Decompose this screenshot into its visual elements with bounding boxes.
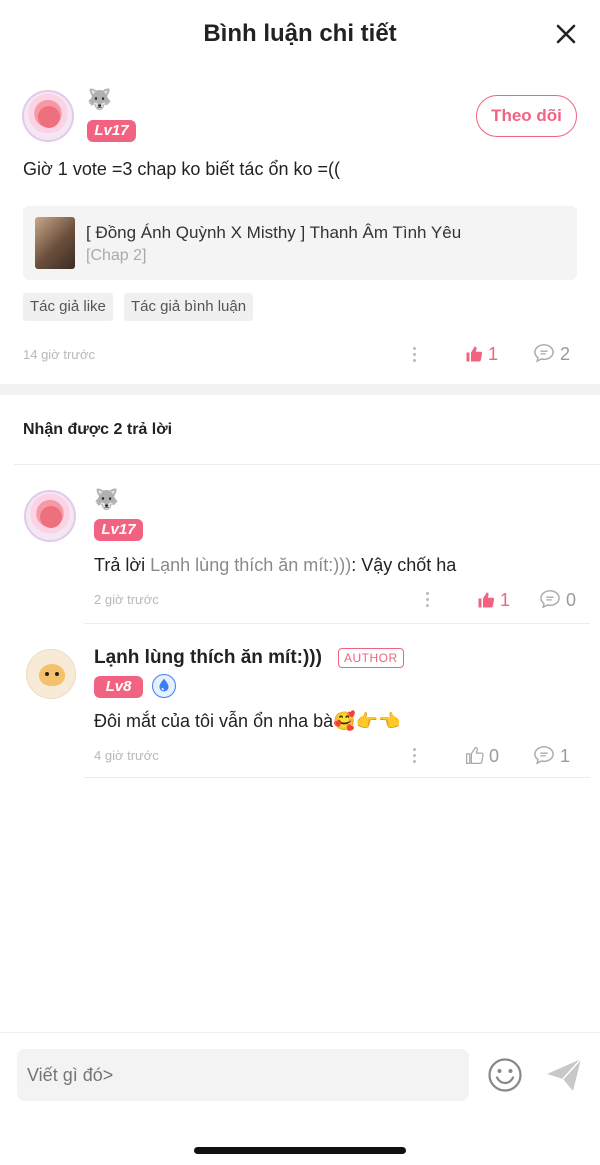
emoji-icon[interactable] bbox=[487, 1057, 523, 1093]
reply-button[interactable]: 0 bbox=[539, 589, 576, 611]
drop-badge-icon bbox=[152, 674, 176, 698]
comment-count: 0 bbox=[566, 590, 577, 610]
like-button[interactable]: 1 bbox=[465, 343, 498, 365]
level-badge: Lv17 bbox=[94, 519, 143, 541]
page-title: Bình luận chi tiết bbox=[203, 20, 397, 47]
composer-bar bbox=[0, 1032, 600, 1165]
story-title: [ Đồng Ánh Quỳnh X Misthy ] Thanh Âm Tìn… bbox=[86, 223, 462, 242]
like-button[interactable]: 1 bbox=[477, 589, 510, 611]
more-icon[interactable] bbox=[413, 347, 417, 363]
close-icon[interactable] bbox=[554, 22, 578, 46]
avatar[interactable] bbox=[22, 90, 74, 142]
like-count: 1 bbox=[500, 590, 511, 610]
comment-icon bbox=[540, 590, 560, 609]
home-indicator bbox=[194, 1147, 406, 1154]
section-divider bbox=[0, 384, 600, 395]
wolf-badge-icon: 🐺 bbox=[87, 89, 112, 111]
mention-link[interactable]: Lạnh lùng thích ăn mít:))) bbox=[150, 555, 351, 575]
comment-count: 1 bbox=[560, 746, 571, 766]
follow-button[interactable]: Theo dõi bbox=[476, 95, 577, 137]
replies-header: Nhận được 2 trả lời bbox=[23, 421, 173, 438]
comment-icon bbox=[534, 344, 554, 363]
thumbs-up-icon bbox=[466, 346, 483, 362]
like-count: 1 bbox=[488, 344, 499, 364]
wolf-badge-icon: 🐺 bbox=[94, 489, 119, 511]
divider bbox=[84, 777, 590, 778]
divider bbox=[14, 464, 600, 465]
avatar[interactable] bbox=[24, 490, 76, 542]
reply-text: Đôi mắt của tôi vẫn ổn nha bà🥰👉👈 bbox=[94, 711, 401, 731]
like-button[interactable]: 0 bbox=[465, 745, 499, 767]
comment-text: Giờ 1 vote =3 chap ko biết tác ổn ko =(( bbox=[23, 159, 340, 179]
avatar[interactable] bbox=[26, 649, 76, 699]
story-card[interactable]: [ Đồng Ánh Quỳnh X Misthy ] Thanh Âm Tìn… bbox=[23, 206, 577, 280]
comment-icon bbox=[534, 746, 554, 765]
reply-count: 2 bbox=[560, 344, 571, 364]
reply-button[interactable]: 2 bbox=[533, 343, 570, 365]
header: Bình luận chi tiết bbox=[0, 0, 600, 70]
more-icon[interactable] bbox=[413, 748, 417, 764]
user-name[interactable]: Lạnh lùng thích ăn mít:))) bbox=[94, 647, 322, 669]
like-count: 0 bbox=[489, 746, 500, 766]
more-icon[interactable] bbox=[426, 592, 430, 608]
story-chapter: [Chap 2] bbox=[86, 247, 147, 264]
reply-time: 2 giờ trước bbox=[94, 592, 159, 607]
author-badge: AUTHOR bbox=[338, 648, 404, 668]
level-badge: Lv17 bbox=[87, 120, 136, 142]
comment-time: 14 giờ trước bbox=[23, 347, 95, 362]
level-badge: Lv8 bbox=[94, 676, 143, 698]
divider bbox=[84, 623, 590, 624]
tag-author-comment: Tác giả bình luận bbox=[124, 293, 254, 321]
thumbs-up-icon bbox=[465, 746, 484, 765]
reply-button[interactable]: 1 bbox=[533, 745, 570, 767]
thumbs-up-icon bbox=[478, 592, 495, 608]
send-icon[interactable] bbox=[545, 1057, 583, 1093]
reply-time: 4 giờ trước bbox=[94, 748, 159, 763]
tag-author-like: Tác giả like bbox=[23, 293, 113, 321]
reply-text: Trả lời Lạnh lùng thích ăn mít:))): Vậy … bbox=[94, 555, 457, 575]
comment-input[interactable] bbox=[17, 1049, 469, 1101]
story-cover bbox=[35, 217, 75, 269]
